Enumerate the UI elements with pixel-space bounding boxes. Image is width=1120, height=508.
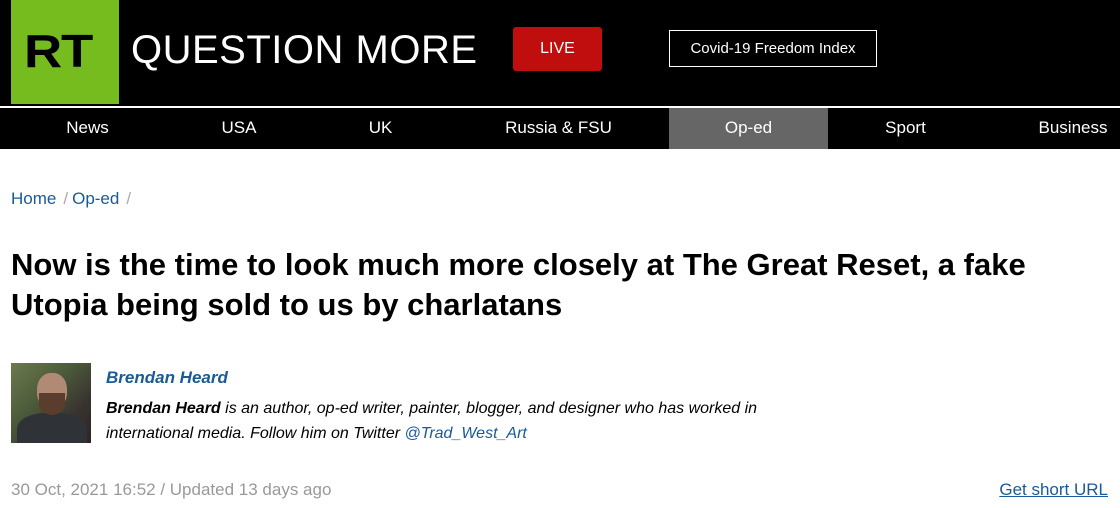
nav-item-usa[interactable]: USA [165,108,313,149]
rt-logo[interactable]: RT [11,0,119,104]
nav-item-uk[interactable]: UK [313,108,448,149]
main-nav: News USA UK Russia & FSU Op-ed Sport Bus… [0,106,1120,149]
nav-item-news[interactable]: News [0,108,175,149]
breadcrumb-separator: / [63,189,69,208]
nav-item-business[interactable]: Business [983,108,1120,149]
get-short-url-link[interactable]: Get short URL [999,480,1108,500]
article-date: 30 Oct, 2021 16:52 / Updated 13 days ago [11,480,332,499]
author-bio-name: Brendan Heard [106,400,221,417]
tagline: QUESTION MORE [131,28,478,72]
breadcrumb-separator: / [126,189,132,208]
avatar-body [17,413,87,443]
live-button[interactable]: LIVE [513,27,602,71]
site-header: RT QUESTION MORE LIVE Covid-19 Freedom I… [0,0,1120,106]
author-avatar[interactable] [11,363,91,443]
breadcrumb-home[interactable]: Home [11,189,56,208]
nav-item-sport[interactable]: Sport [828,108,983,149]
nav-item-op-ed[interactable]: Op-ed [669,108,828,149]
breadcrumb-op-ed[interactable]: Op-ed [72,189,119,208]
author-name-link[interactable]: Brendan Heard [106,368,228,388]
author-bio: Brendan Heard is an author, op-ed writer… [106,396,836,446]
article-title: Now is the time to look much more closel… [11,247,1026,322]
covid-freedom-index-button[interactable]: Covid-19 Freedom Index [669,30,877,67]
breadcrumb: Home / Op-ed / [11,189,135,209]
nav-item-russia-fsu[interactable]: Russia & FSU [448,108,669,149]
author-twitter-link[interactable]: @Trad_West_Art [405,425,527,442]
logo-text: RT [24,25,93,77]
avatar-beard [39,393,65,415]
